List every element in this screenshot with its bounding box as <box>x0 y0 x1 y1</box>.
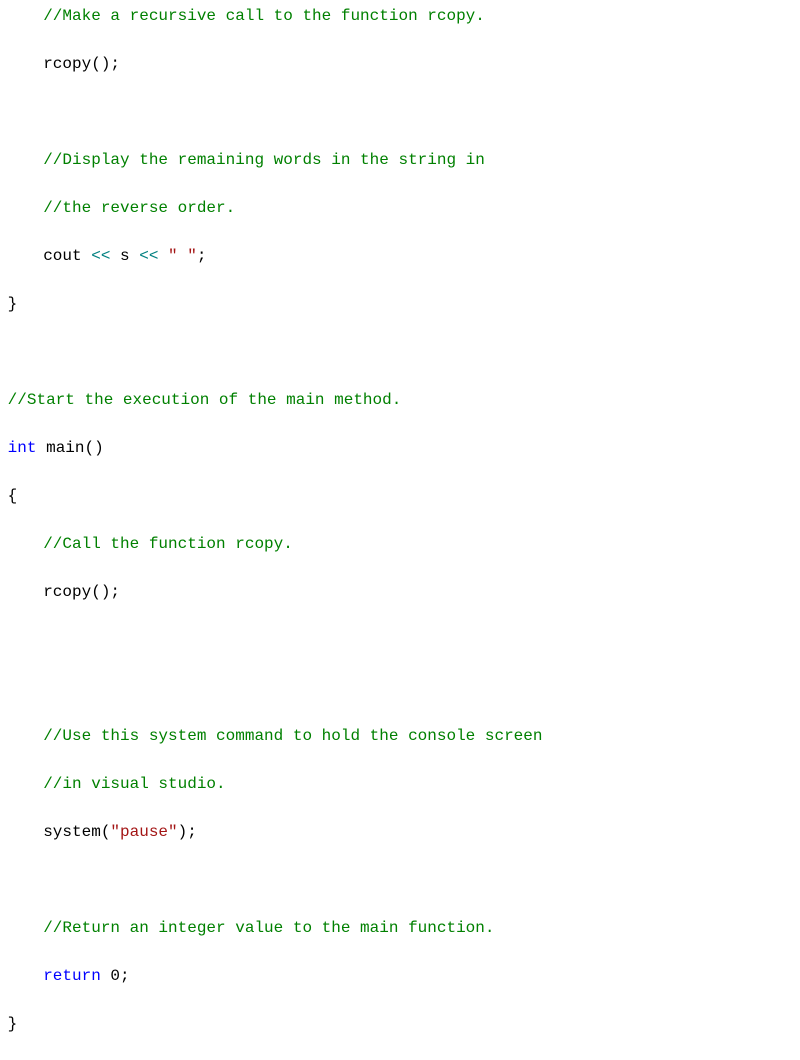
blank-line <box>0 676 800 700</box>
closing-brace: } <box>8 295 18 313</box>
keyword: return <box>43 967 101 985</box>
code-line: } <box>0 292 800 316</box>
punctuation: (); <box>91 583 120 601</box>
opening-brace: { <box>8 487 18 505</box>
code-line: { <box>0 484 800 508</box>
code-line: //in visual studio. <box>0 772 800 796</box>
keyword: int <box>8 439 37 457</box>
punctuation: ; <box>197 247 207 265</box>
comment-text: //Start the execution of the main method… <box>8 391 402 409</box>
code-line: //Make a recursive call to the function … <box>0 4 800 28</box>
comment-text: //Use this system command to hold the co… <box>43 727 542 745</box>
comment-text: //in visual studio. <box>43 775 225 793</box>
function-call: rcopy <box>43 55 91 73</box>
operator: << <box>91 247 120 265</box>
closing-brace: } <box>8 1015 18 1033</box>
code-line: //Display the remaining words in the str… <box>0 148 800 172</box>
code-line: //Return an integer value to the main fu… <box>0 916 800 940</box>
function-call: rcopy <box>43 583 91 601</box>
comment-text: //Make a recursive call to the function … <box>43 7 485 25</box>
blank-line <box>0 100 800 124</box>
blank-line <box>0 868 800 892</box>
code-line: rcopy(); <box>0 52 800 76</box>
punctuation: (); <box>91 55 120 73</box>
comment-text: //Call the function rcopy. <box>43 535 293 553</box>
identifier: s <box>120 247 139 265</box>
operator: << <box>139 247 168 265</box>
code-line: int main() <box>0 436 800 460</box>
string-literal: " " <box>168 247 197 265</box>
comment-text: //Return an integer value to the main fu… <box>43 919 494 937</box>
code-line: rcopy(); <box>0 580 800 604</box>
punctuation: ; <box>120 967 130 985</box>
comment-text: //the reverse order. <box>43 199 235 217</box>
code-line: cout << s << " "; <box>0 244 800 268</box>
code-line: //Call the function rcopy. <box>0 532 800 556</box>
code-line: return 0; <box>0 964 800 988</box>
literal: 0 <box>101 967 120 985</box>
comment-text: //Display the remaining words in the str… <box>43 151 485 169</box>
function-call: system( <box>43 823 110 841</box>
code-line: //Use this system command to hold the co… <box>0 724 800 748</box>
function-signature: main() <box>36 439 103 457</box>
code-line: //Start the execution of the main method… <box>0 388 800 412</box>
identifier: cout <box>43 247 91 265</box>
code-line: } <box>0 1012 800 1036</box>
code-line: system("pause"); <box>0 820 800 844</box>
code-listing: //Make a recursive call to the function … <box>0 0 800 1060</box>
code-line: //the reverse order. <box>0 196 800 220</box>
string-literal: "pause" <box>110 823 177 841</box>
blank-line <box>0 340 800 364</box>
blank-line <box>0 628 800 652</box>
punctuation: ); <box>178 823 197 841</box>
